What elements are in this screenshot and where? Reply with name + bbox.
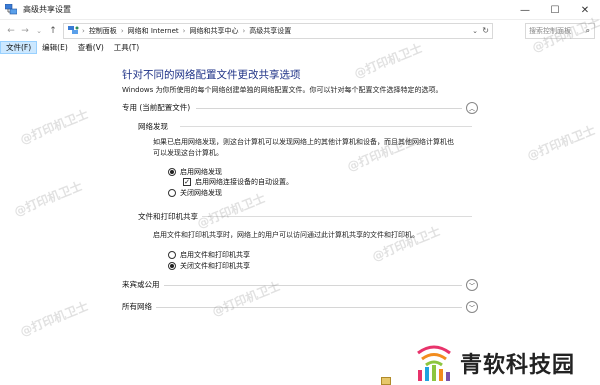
brand-logo-icon	[412, 343, 456, 383]
chevron-up-icon[interactable]: ︿	[466, 102, 478, 114]
brand-logo-text: 青软科技园	[460, 352, 576, 378]
main-content: 针对不同的网络配置文件更改共享选项 Windows 为你所使用的每个网络创建单独…	[0, 54, 600, 385]
radio-unselected-icon[interactable]	[168, 251, 176, 259]
section-all-networks-header[interactable]: 所有网络 ﹀	[122, 301, 480, 313]
breadcrumb[interactable]: › 控制面板 › 网络和 Internet › 网络和共享中心 › 高级共享设置…	[63, 23, 493, 39]
shield-icon	[381, 377, 391, 385]
divider	[196, 108, 462, 109]
breadcrumb-separator: ›	[120, 27, 124, 35]
forward-arrow-icon[interactable]: →	[18, 23, 32, 39]
chevron-down-icon[interactable]: ﹀	[466, 279, 478, 291]
radio-selected-icon[interactable]	[168, 168, 176, 176]
page-description: Windows 为你所使用的每个网络创建单独的网络配置文件。你可以针对每个配置文…	[122, 86, 443, 94]
radio-file-sharing-on[interactable]: 启用文件和打印机共享	[168, 250, 250, 260]
page-title: 针对不同的网络配置文件更改共享选项	[122, 69, 301, 81]
breadcrumb-separator: ›	[182, 27, 186, 35]
breadcrumb-network-internet[interactable]: 网络和 Internet	[128, 26, 179, 36]
maximize-button[interactable]: ☐	[540, 0, 570, 20]
menu-view[interactable]: 查看(V)	[73, 41, 109, 54]
network-discovery-text-2: 可以发现这台计算机。	[153, 149, 223, 157]
checkbox-label: 启用网络连接设备的自动设置。	[195, 178, 293, 186]
checkbox-checked-icon[interactable]: ✓	[183, 178, 191, 186]
radio-label: 启用网络发现	[180, 168, 222, 176]
section-private-label: 专用 (当前配置文件)	[122, 103, 191, 112]
section-guest-label: 来宾或公用	[122, 280, 160, 289]
control-panel-icon	[68, 25, 79, 37]
divider	[156, 307, 462, 308]
radio-network-discovery-on[interactable]: 启用网络发现	[168, 167, 222, 177]
radio-unselected-icon[interactable]	[168, 189, 176, 197]
radio-selected-icon[interactable]	[168, 262, 176, 270]
file-printer-sharing-title: 文件和打印机共享	[138, 212, 198, 221]
divider	[164, 285, 462, 286]
address-bar: ← → ⌄ ↑ › 控制面板 › 网络和 Internet › 网络和共享中心 …	[0, 21, 600, 41]
minimize-button[interactable]: —	[510, 0, 540, 20]
refresh-icon[interactable]: ↻	[482, 26, 489, 35]
window-title: 高级共享设置	[23, 5, 71, 14]
back-arrow-icon[interactable]: ←	[4, 23, 18, 39]
address-dropdown-icon[interactable]: ⌄	[472, 27, 478, 35]
file-printer-sharing-text: 启用文件和打印机共享时，网络上的用户可以访问通过此计算机共享的文件和打印机。	[153, 231, 419, 239]
radio-label: 关闭网络发现	[180, 189, 222, 197]
breadcrumb-separator: ›	[242, 27, 246, 35]
breadcrumb-separator: ›	[82, 27, 85, 35]
menu-tools[interactable]: 工具(T)	[109, 41, 144, 54]
breadcrumb-advanced-sharing[interactable]: 高级共享设置	[249, 26, 291, 36]
section-private-header[interactable]: 专用 (当前配置文件) ︿	[122, 102, 480, 114]
section-guest-header[interactable]: 来宾或公用 ﹀	[122, 279, 480, 291]
radio-file-sharing-off[interactable]: 关闭文件和打印机共享	[168, 261, 250, 271]
brand-logo: 青软科技园	[408, 340, 600, 385]
divider	[202, 216, 472, 217]
radio-label: 启用文件和打印机共享	[180, 251, 250, 259]
title-bar: 高级共享设置 — ☐ ✕	[0, 0, 600, 20]
network-discovery-title: 网络发现	[138, 122, 168, 131]
checkbox-auto-setup[interactable]: ✓ 启用网络连接设备的自动设置。	[183, 177, 293, 187]
divider	[180, 126, 472, 127]
breadcrumb-network-sharing-center[interactable]: 网络和共享中心	[189, 26, 238, 36]
radio-network-discovery-off[interactable]: 关闭网络发现	[168, 188, 222, 198]
menu-file[interactable]: 文件(F)	[0, 41, 38, 54]
menu-bar: 文件(F) 编辑(E) 查看(V) 工具(T)	[0, 41, 600, 54]
breadcrumb-control-panel[interactable]: 控制面板	[89, 26, 117, 36]
radio-label: 关闭文件和打印机共享	[180, 262, 250, 270]
network-icon	[4, 3, 18, 15]
chevron-down-icon[interactable]: ﹀	[466, 301, 478, 313]
up-arrow-icon[interactable]: ↑	[46, 23, 60, 39]
recent-locations-chevron-icon[interactable]: ⌄	[32, 23, 46, 39]
menu-edit[interactable]: 编辑(E)	[37, 41, 73, 54]
section-all-networks-label: 所有网络	[122, 302, 152, 311]
